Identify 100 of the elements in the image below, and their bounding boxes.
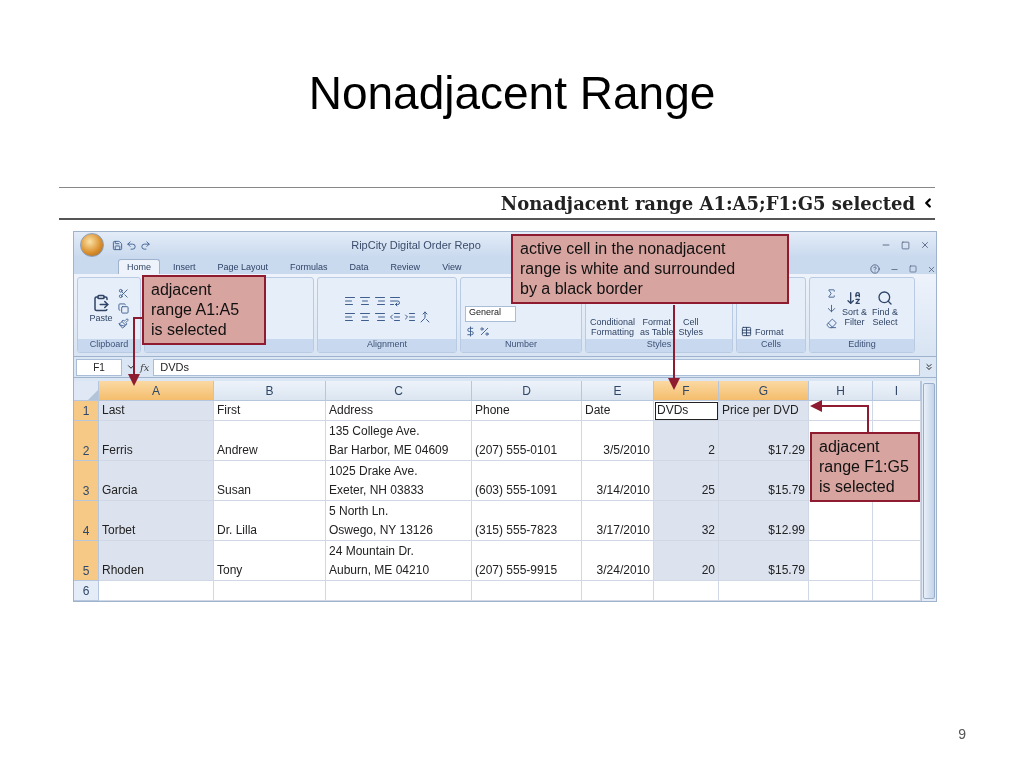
- ribbon-tab[interactable]: Insert: [164, 259, 205, 274]
- table-cell: 3/14/2010: [582, 461, 654, 501]
- ribbon-tab[interactable]: Home: [118, 259, 160, 274]
- close-icon[interactable]: [920, 240, 930, 250]
- column-header[interactable]: F: [654, 381, 719, 401]
- callout-tooltip: adjacent range F1:G5 is selected: [810, 432, 920, 502]
- column-header[interactable]: H: [809, 381, 873, 401]
- caret-icon[interactable]: [126, 362, 136, 372]
- page-number: 9: [958, 726, 966, 742]
- sort-filter-button[interactable]: Sort & Filter: [842, 290, 867, 327]
- format-button[interactable]: Format: [741, 326, 784, 337]
- maximize-icon[interactable]: [901, 240, 910, 250]
- callout-arrow: [810, 400, 869, 433]
- eraser-icon[interactable]: [826, 318, 837, 329]
- ribbon-tab[interactable]: Formulas: [281, 259, 337, 274]
- row-header[interactable]: 2: [74, 421, 99, 461]
- align-bottom-icon[interactable]: [373, 294, 386, 307]
- table-cell: 20: [654, 541, 719, 581]
- sum-icon[interactable]: [826, 288, 837, 299]
- fill-icon[interactable]: [826, 303, 837, 314]
- table-cell: Garcia: [99, 461, 214, 501]
- function-icon[interactable]: fx: [140, 361, 150, 373]
- callout-tooltip: adjacent range A1:A5 is selected: [142, 275, 266, 345]
- table-cell: 24 Mountain Dr. Auburn, ME 04210: [326, 541, 472, 581]
- number-format-field[interactable]: General: [465, 306, 516, 322]
- table-cell: (207) 555-9915: [472, 541, 582, 581]
- column-header[interactable]: C: [326, 381, 472, 401]
- table-cell: 2: [654, 421, 719, 461]
- office-button[interactable]: [80, 233, 104, 257]
- indent-icon[interactable]: [403, 310, 416, 323]
- ribbon-tab[interactable]: Page Layout: [208, 259, 278, 274]
- sort-icon: [846, 290, 863, 306]
- table-cell: 3/5/2010: [582, 421, 654, 461]
- help-icon[interactable]: [870, 264, 880, 274]
- clipboard-icon: [92, 294, 110, 312]
- ribbon-tab[interactable]: Data: [340, 259, 378, 274]
- paste-button[interactable]: Paste: [89, 294, 113, 323]
- callout-tooltip: active cell in the nonadjacent range is white and surrounded by a black border: [511, 234, 789, 304]
- row-header[interactable]: 6: [74, 581, 99, 601]
- table-cell: $15.79: [719, 461, 809, 501]
- table-cell: 5 North Ln. Oswego, NY 13126: [326, 501, 472, 541]
- column-header[interactable]: G: [719, 381, 809, 401]
- row-header[interactable]: 1: [74, 401, 99, 421]
- table-cell: $12.99: [719, 501, 809, 541]
- table-cell: 3/17/2010: [582, 501, 654, 541]
- table-cell: Phone: [472, 401, 582, 421]
- styles-button[interactable]: Cell Styles: [678, 317, 703, 337]
- group-label: Number: [461, 339, 581, 352]
- table-cell: 3/24/2010: [582, 541, 654, 581]
- copy-icon[interactable]: [117, 303, 129, 314]
- redo-icon[interactable]: [140, 239, 151, 251]
- scrollbar[interactable]: [921, 381, 936, 601]
- group-label: Styles: [586, 339, 732, 352]
- row-header[interactable]: 5: [74, 541, 99, 581]
- column-header[interactable]: E: [582, 381, 654, 401]
- undo-icon[interactable]: [126, 239, 137, 251]
- column-header[interactable]: A: [99, 381, 214, 401]
- table-cell: Susan: [214, 461, 326, 501]
- caption-text: Nonadjacent range A1:A5;F1:G5 selected: [500, 192, 915, 214]
- percent-icon[interactable]: [479, 326, 490, 337]
- ribbon-tab[interactable]: Review: [381, 259, 430, 274]
- close-icon[interactable]: [927, 264, 936, 274]
- row-header[interactable]: 3: [74, 461, 99, 501]
- column-header[interactable]: D: [472, 381, 582, 401]
- wrap-text-icon[interactable]: [388, 294, 401, 307]
- merge-icon[interactable]: [418, 310, 431, 323]
- table-cell: (207) 555-0101: [472, 421, 582, 461]
- column-header[interactable]: I: [873, 381, 921, 401]
- ribbon-tab[interactable]: View: [433, 259, 471, 274]
- restore-icon[interactable]: [909, 265, 917, 273]
- formula-field[interactable]: DVDs: [153, 358, 920, 376]
- save-icon[interactable]: [112, 239, 123, 251]
- table-cell: Last: [99, 401, 214, 421]
- table-cell: 135 College Ave. Bar Harbor, ME 04609: [326, 421, 472, 461]
- table-cell: Andrew: [214, 421, 326, 461]
- outdent-icon[interactable]: [388, 310, 401, 323]
- table-icon: [741, 326, 752, 337]
- group-label: Clipboard: [78, 339, 140, 352]
- dollar-icon[interactable]: [465, 326, 476, 337]
- table-cell: Price per DVD: [719, 401, 809, 421]
- table-cell: (315) 555-7823: [472, 501, 582, 541]
- find-select-button[interactable]: Find & Select: [872, 290, 898, 327]
- styles-button[interactable]: Conditional Formatting: [590, 317, 636, 337]
- name-box[interactable]: F1: [76, 358, 122, 376]
- row-header[interactable]: 4: [74, 501, 99, 541]
- search-icon: [877, 290, 893, 306]
- align-top-icon[interactable]: [343, 294, 356, 307]
- align-right-icon[interactable]: [373, 310, 386, 323]
- align-middle-icon[interactable]: [358, 294, 371, 307]
- styles-button[interactable]: Format as Table: [640, 317, 674, 337]
- align-center-icon[interactable]: [358, 310, 371, 323]
- table-cell: Tony: [214, 541, 326, 581]
- scissors-icon[interactable]: [117, 288, 129, 299]
- table-cell: Rhoden: [99, 541, 214, 581]
- table-cell: $15.79: [719, 541, 809, 581]
- paintbrush-icon[interactable]: [117, 318, 129, 329]
- align-left-icon[interactable]: [343, 310, 356, 323]
- group-label: Editing: [810, 339, 914, 352]
- expand-icon[interactable]: [924, 362, 934, 372]
- column-header[interactable]: B: [214, 381, 326, 401]
